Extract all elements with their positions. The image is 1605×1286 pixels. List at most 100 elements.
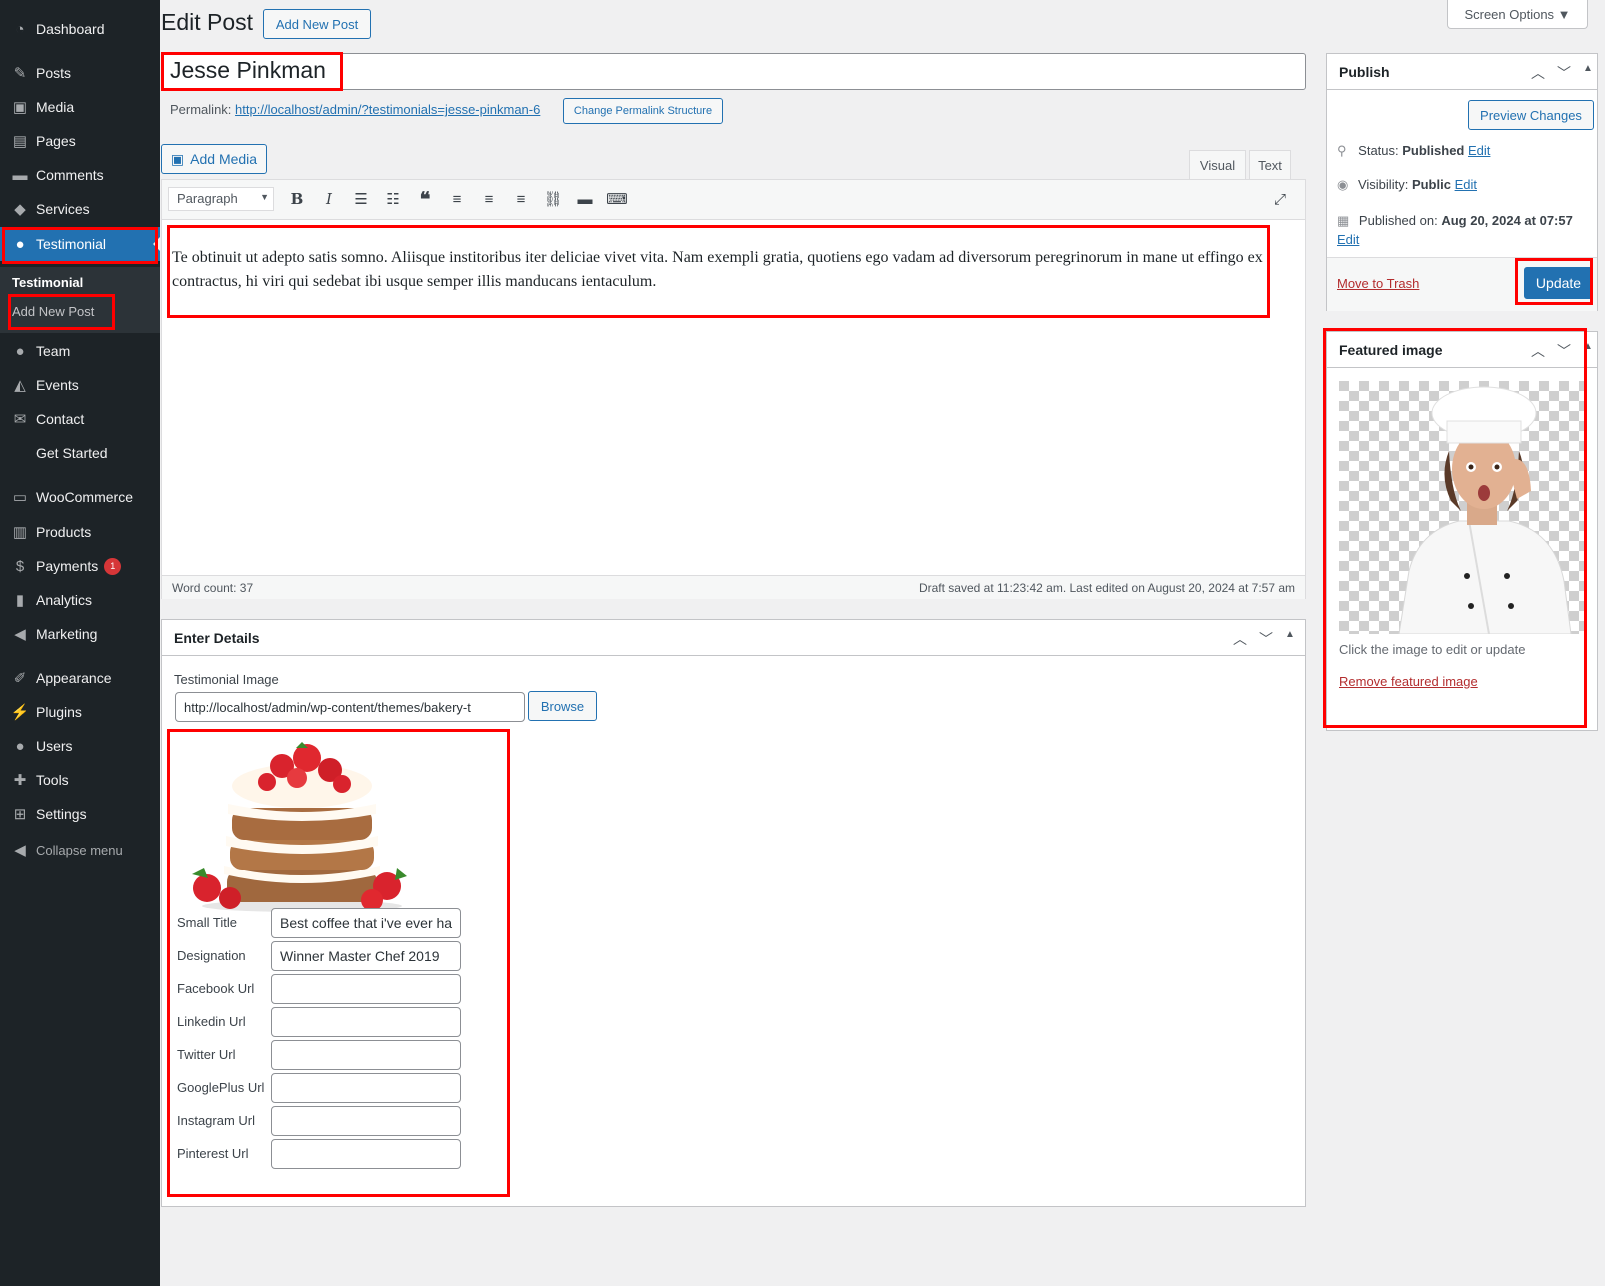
editor-content[interactable]: Te obtinuit ut adepto satis somno. Aliis… — [172, 246, 1282, 294]
bold-icon[interactable]: B — [284, 186, 310, 212]
field-input-linkedin-url[interactable] — [271, 1007, 461, 1037]
add-media-label: Add Media — [190, 151, 258, 167]
toggle-panel-icon[interactable]: ▲ — [1583, 341, 1593, 352]
sidebar-item-settings[interactable]: ⊞ Settings — [0, 797, 160, 831]
status-row: ⚲ Status: Published Edit — [1337, 143, 1490, 159]
sidebar-item-marketing[interactable]: ◀ Marketing — [0, 617, 160, 651]
submenu-testimonial[interactable]: Testimonial — [12, 275, 83, 290]
change-permalink-button[interactable]: Change Permalink Structure — [563, 98, 723, 124]
bar-chart-icon: ▮ — [15, 592, 25, 609]
bullet-list-icon[interactable]: ☰ — [348, 186, 374, 212]
sidebar-item-label: Events — [36, 377, 79, 393]
visibility-edit-link[interactable]: Edit — [1455, 177, 1477, 192]
blockquote-icon[interactable]: ❝ — [412, 186, 438, 212]
fullscreen-icon[interactable]: ⤢ — [1267, 186, 1293, 212]
sidebar-item-services[interactable]: ◆ Services — [0, 192, 160, 226]
field-input-small-title[interactable]: Best coffee that i've ever ha — [271, 908, 461, 938]
toolbar-toggle-icon[interactable]: ⌨ — [604, 186, 630, 212]
person-icon: ● — [15, 342, 25, 360]
sidebar-item-appearance[interactable]: ✐ Appearance — [0, 661, 160, 695]
plug-icon: ⚡ — [10, 704, 30, 721]
sidebar-item-label: Marketing — [36, 626, 98, 642]
users-icon: ● — [15, 737, 25, 755]
archive-icon: ▥ — [12, 524, 28, 541]
move-down-icon[interactable]: ﹀ — [1557, 341, 1571, 361]
update-button[interactable]: Update — [1524, 267, 1593, 299]
toggle-panel-icon[interactable]: ▲ — [1583, 63, 1593, 74]
sidebar-item-testimonial[interactable]: ● Testimonial — [0, 227, 160, 261]
chevron-down-icon: ▼ — [260, 192, 269, 202]
permalink-link[interactable]: http://localhost/admin/?testimonials=jes… — [235, 102, 540, 117]
remove-featured-image-link[interactable]: Remove featured image — [1339, 674, 1478, 689]
visibility-value: Public — [1411, 177, 1451, 192]
published-label: Published on: — [1358, 213, 1438, 228]
align-right-icon[interactable]: ≡ — [508, 186, 534, 212]
link-icon[interactable]: ⛓ — [540, 186, 566, 212]
align-left-icon[interactable]: ≡ — [444, 186, 470, 212]
sidebar-item-plugins[interactable]: ⚡ Plugins — [0, 695, 160, 729]
sidebar-item-products[interactable]: ▥ Products — [0, 515, 160, 549]
sidebar-item-label: Contact — [36, 411, 85, 427]
featured-image-title: Featured image — [1339, 342, 1443, 358]
status-edit-link[interactable]: Edit — [1468, 143, 1490, 158]
sidebar-item-posts[interactable]: ✎ Posts — [0, 56, 160, 90]
submenu-add-new-post[interactable]: Add New Post — [12, 304, 94, 319]
published-edit-link[interactable]: Edit — [1337, 232, 1359, 247]
add-new-post-button[interactable]: Add New Post — [263, 9, 371, 39]
toggle-panel-icon[interactable]: ▲ — [1285, 629, 1295, 640]
field-input-facebook-url[interactable] — [271, 974, 461, 1004]
featured-image-thumbnail[interactable] — [1339, 381, 1585, 635]
post-title-input[interactable]: Jesse Pinkman — [161, 53, 1306, 90]
enter-details-box: Enter Details ︿ ﹀ ▲ Testimonial Image ht… — [161, 619, 1306, 1207]
collapse-menu-button[interactable]: ◀ Collapse menu — [0, 833, 160, 867]
woo-icon: ▭ — [12, 489, 28, 506]
sidebar-item-label: Products — [36, 524, 92, 540]
italic-icon[interactable]: I — [316, 186, 342, 212]
field-label-pinterest-url: Pinterest Url — [177, 1146, 249, 1161]
add-media-button[interactable]: ▣ Add Media — [161, 144, 267, 174]
sidebar-item-label: Dashboard — [36, 21, 105, 37]
field-label-twitter-url: Twitter Url — [177, 1047, 236, 1062]
move-to-trash-link[interactable]: Move to Trash — [1337, 276, 1419, 291]
sidebar-item-tools[interactable]: ✚ Tools — [0, 763, 160, 797]
testimonial-image-preview — [172, 728, 432, 918]
move-down-icon[interactable]: ﹀ — [1259, 629, 1273, 649]
sidebar-item-woocommerce[interactable]: ▭ WooCommerce — [0, 480, 160, 514]
sidebar-item-media[interactable]: ▣ Media — [0, 90, 160, 124]
move-up-icon[interactable]: ︿ — [1531, 63, 1545, 83]
editor-panel: Paragraph ▼ B I ☰ ☷ ❝ ≡ ≡ ≡ ⛓ ▬ ⌨ ⤢ Te o… — [161, 179, 1306, 599]
numbered-list-icon[interactable]: ☷ — [380, 186, 406, 212]
sidebar-item-analytics[interactable]: ▮ Analytics — [0, 583, 160, 617]
field-input-instagram-url[interactable] — [271, 1106, 461, 1136]
sidebar-item-users[interactable]: ● Users — [0, 729, 160, 763]
screen-options-button[interactable]: Screen Options ▼ — [1447, 0, 1588, 29]
enter-details-title: Enter Details — [174, 630, 260, 646]
sidebar-item-payments[interactable]: $ Payments 1 — [0, 549, 160, 583]
published-row: ▦ Published on: Aug 20, 2024 at 07:57 Ed… — [1337, 211, 1597, 249]
field-input-pinterest-url[interactable] — [271, 1139, 461, 1169]
testimonial-image-url-input[interactable]: http://localhost/admin/wp-content/themes… — [175, 692, 525, 722]
field-input-googleplus-url[interactable] — [271, 1073, 461, 1103]
format-select[interactable]: Paragraph ▼ — [168, 187, 274, 211]
dollar-icon: $ — [15, 557, 25, 575]
sidebar-item-team[interactable]: ● Team — [0, 334, 160, 368]
move-up-icon[interactable]: ︿ — [1233, 629, 1247, 649]
preview-changes-button[interactable]: Preview Changes — [1468, 100, 1594, 130]
sidebar-item-events[interactable]: ◭ Events — [0, 368, 160, 402]
move-down-icon[interactable]: ﹀ — [1557, 63, 1571, 83]
sidebar-item-dashboard[interactable]: ◔ Dashboard — [0, 12, 160, 46]
calendar-icon: ▦ — [1337, 213, 1350, 228]
field-input-designation[interactable]: Winner Master Chef 2019 — [271, 941, 461, 971]
sidebar-item-pages[interactable]: ▤ Pages — [0, 124, 160, 158]
sidebar-item-get-started[interactable]: Get Started — [0, 436, 160, 470]
tab-text[interactable]: Text — [1249, 150, 1291, 180]
tab-visual[interactable]: Visual — [1189, 150, 1246, 180]
read-more-icon[interactable]: ▬ — [572, 186, 598, 212]
move-up-icon[interactable]: ︿ — [1531, 341, 1545, 361]
sidebar-item-contact[interactable]: ✉ Contact — [0, 402, 160, 436]
sidebar-item-comments[interactable]: ▬ Comments — [0, 158, 160, 192]
field-input-twitter-url[interactable] — [271, 1040, 461, 1070]
sidebar-item-label: Plugins — [36, 704, 82, 720]
align-center-icon[interactable]: ≡ — [476, 186, 502, 212]
browse-button[interactable]: Browse — [528, 691, 597, 721]
